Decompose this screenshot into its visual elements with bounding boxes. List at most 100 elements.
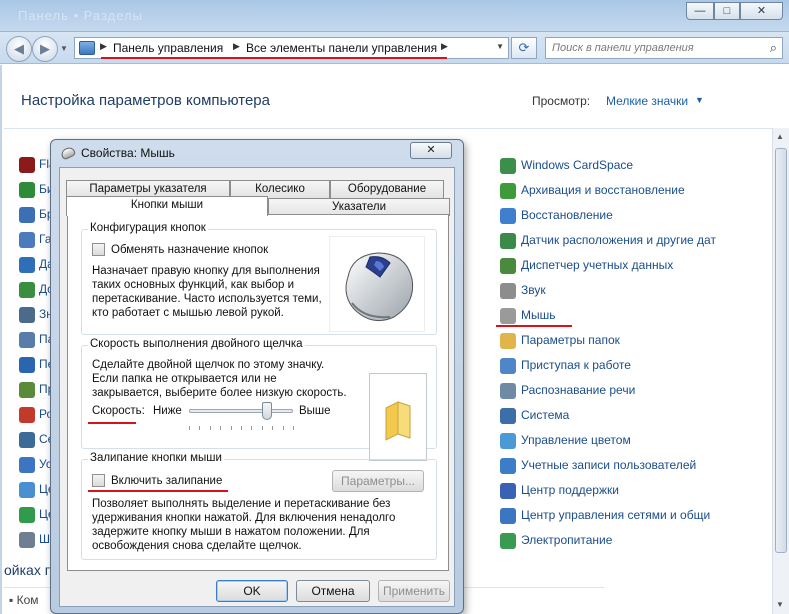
right-item[interactable]: Приступая к работе: [500, 355, 740, 377]
right-item[interactable]: Восстановление: [500, 205, 740, 227]
tab-hardware[interactable]: Оборудование: [330, 180, 444, 198]
right-item[interactable]: Управление цветом: [500, 430, 740, 452]
left-item[interactable]: Пр: [19, 380, 54, 400]
refresh-button[interactable]: ⟳: [511, 37, 537, 59]
search-box[interactable]: Поиск в панели управления ⌕: [545, 37, 783, 59]
recent-pages-chevron-icon[interactable]: ▼: [60, 44, 68, 53]
left-item[interactable]: Це: [19, 480, 55, 500]
control-panel-item-icon: [500, 308, 516, 324]
ok-button[interactable]: OK: [216, 580, 288, 602]
slider-tick: [251, 426, 253, 430]
group-label: Залипание кнопки мыши: [88, 452, 224, 464]
right-item[interactable]: Датчик расположения и другие дат: [500, 230, 740, 252]
left-item[interactable]: Па: [19, 330, 54, 350]
right-item[interactable]: Windows CardSpace: [500, 155, 740, 177]
window-controls: — □ ✕: [686, 2, 783, 20]
address-bar[interactable]: ▶ Панель управления ▶ Все элементы панел…: [74, 37, 509, 59]
breadcrumb-chevron-icon[interactable]: ▶: [441, 41, 448, 52]
control-panel-item-icon: [500, 358, 516, 374]
speed-high-label: Выше: [299, 405, 331, 417]
left-item[interactable]: Fla: [19, 155, 56, 175]
right-item[interactable]: Звук: [500, 280, 740, 302]
close-window-button[interactable]: ✕: [740, 2, 783, 20]
address-dropdown-icon[interactable]: ▼: [496, 42, 504, 51]
scroll-up-icon[interactable]: ▲: [776, 132, 784, 141]
scrollbar-thumb[interactable]: [775, 148, 787, 553]
annotation-underline-speed: [88, 422, 136, 424]
right-item-label: Приступая к работе: [521, 358, 631, 372]
maximize-button[interactable]: □: [714, 2, 740, 20]
left-item[interactable]: Би: [19, 180, 54, 200]
left-item[interactable]: Це: [19, 505, 55, 525]
control-panel-item-icon: [500, 208, 516, 224]
clicklock-label[interactable]: Включить залипание: [111, 474, 222, 488]
swap-desc-line: перетаскивание. Часто используется теми,: [92, 293, 322, 305]
slider-tick: [261, 426, 263, 430]
forward-button[interactable]: ▶: [32, 36, 58, 62]
speed-slider-track[interactable]: [189, 409, 293, 413]
apply-button[interactable]: Применить: [378, 580, 450, 602]
right-item[interactable]: Центр поддержки: [500, 480, 740, 502]
swap-desc-line: кто работает с мышью левой рукой.: [92, 307, 284, 319]
dialog-title: Свойства: Мышь: [81, 146, 175, 160]
right-item[interactable]: Центр управления сетями и общи: [500, 505, 740, 527]
right-item[interactable]: Архивация и восстановление: [500, 180, 740, 202]
scroll-down-icon[interactable]: ▼: [776, 600, 784, 609]
tab-mouse-buttons[interactable]: Кнопки мыши: [66, 196, 268, 216]
dialog-close-button[interactable]: ✕: [410, 142, 452, 159]
control-panel-item-icon: [19, 307, 35, 323]
left-item[interactable]: Бр: [19, 205, 54, 225]
clicklock-checkbox[interactable]: [92, 474, 105, 487]
breadcrumb-chevron-icon[interactable]: ▶: [100, 41, 107, 52]
minimize-button[interactable]: —: [686, 2, 714, 20]
button-config-group: Конфигурация кнопок Обменять назначение …: [81, 222, 437, 335]
left-item[interactable]: Пе: [19, 355, 54, 375]
swap-buttons-label[interactable]: Обменять назначение кнопок: [111, 243, 268, 257]
left-item[interactable]: Ус: [19, 455, 53, 475]
control-panel-item-icon: [19, 332, 35, 348]
vertical-scrollbar[interactable]: ▲ ▼: [772, 128, 789, 614]
left-item[interactable]: Ро: [19, 405, 53, 425]
left-item[interactable]: Ш: [19, 530, 53, 550]
speed-label: Скорость:: [92, 405, 145, 417]
control-panel-item-icon: [19, 382, 35, 398]
search-icon[interactable]: ⌕: [770, 40, 777, 56]
view-dropdown-icon[interactable]: ▼: [695, 95, 704, 105]
right-item[interactable]: Мышь: [500, 305, 740, 327]
right-item[interactable]: Распознавание речи: [500, 380, 740, 402]
dialog-body: Параметры указателя Колесико Оборудовани…: [59, 167, 455, 607]
left-item[interactable]: Га: [19, 230, 53, 250]
clicklock-settings-button[interactable]: Параметры...: [332, 470, 424, 492]
control-panel-item-icon: [19, 257, 35, 273]
breadcrumb-all-items[interactable]: Все элементы панели управления: [246, 41, 437, 55]
right-item[interactable]: Электропитание: [500, 530, 740, 552]
control-panel-item-icon: [500, 258, 516, 274]
breadcrumb-control-panel[interactable]: Панель управления: [113, 41, 223, 55]
slider-tick: [282, 426, 284, 430]
left-item[interactable]: Зн: [19, 305, 53, 325]
left-item[interactable]: Се: [19, 430, 54, 450]
speed-slider-thumb[interactable]: [262, 402, 272, 420]
right-item[interactable]: Система: [500, 405, 740, 427]
right-item-label: Управление цветом: [521, 433, 631, 447]
right-item[interactable]: Учетные записи пользователей: [500, 455, 740, 477]
right-item-label: Электропитание: [521, 533, 613, 547]
left-item[interactable]: Дс: [19, 280, 53, 300]
right-item[interactable]: Диспетчер учетных данных: [500, 255, 740, 277]
left-item[interactable]: Да: [19, 255, 54, 275]
control-panel-item-icon: [19, 157, 35, 173]
dblclick-desc-line: Сделайте двойной щелчок по этому значку.: [92, 359, 325, 371]
dblclick-desc-line: закрывается, выберите более низкую скоро…: [92, 387, 347, 399]
group-label: Конфигурация кнопок: [88, 222, 208, 234]
breadcrumb-chevron-icon[interactable]: ▶: [233, 41, 240, 52]
back-button[interactable]: ◀: [6, 36, 32, 62]
swap-buttons-checkbox[interactable]: [92, 243, 105, 256]
cancel-button[interactable]: Отмена: [296, 580, 370, 602]
right-item[interactable]: Параметры папок: [500, 330, 740, 352]
control-panel-item-icon: [500, 508, 516, 524]
control-panel-item-icon: [500, 383, 516, 399]
section-item[interactable]: ▪ Ком: [9, 593, 39, 607]
view-mode-selector[interactable]: Мелкие значки: [606, 94, 688, 108]
titlebar-ghost-text: Панель • Разделы: [18, 8, 143, 23]
test-folder-area[interactable]: [369, 373, 427, 461]
